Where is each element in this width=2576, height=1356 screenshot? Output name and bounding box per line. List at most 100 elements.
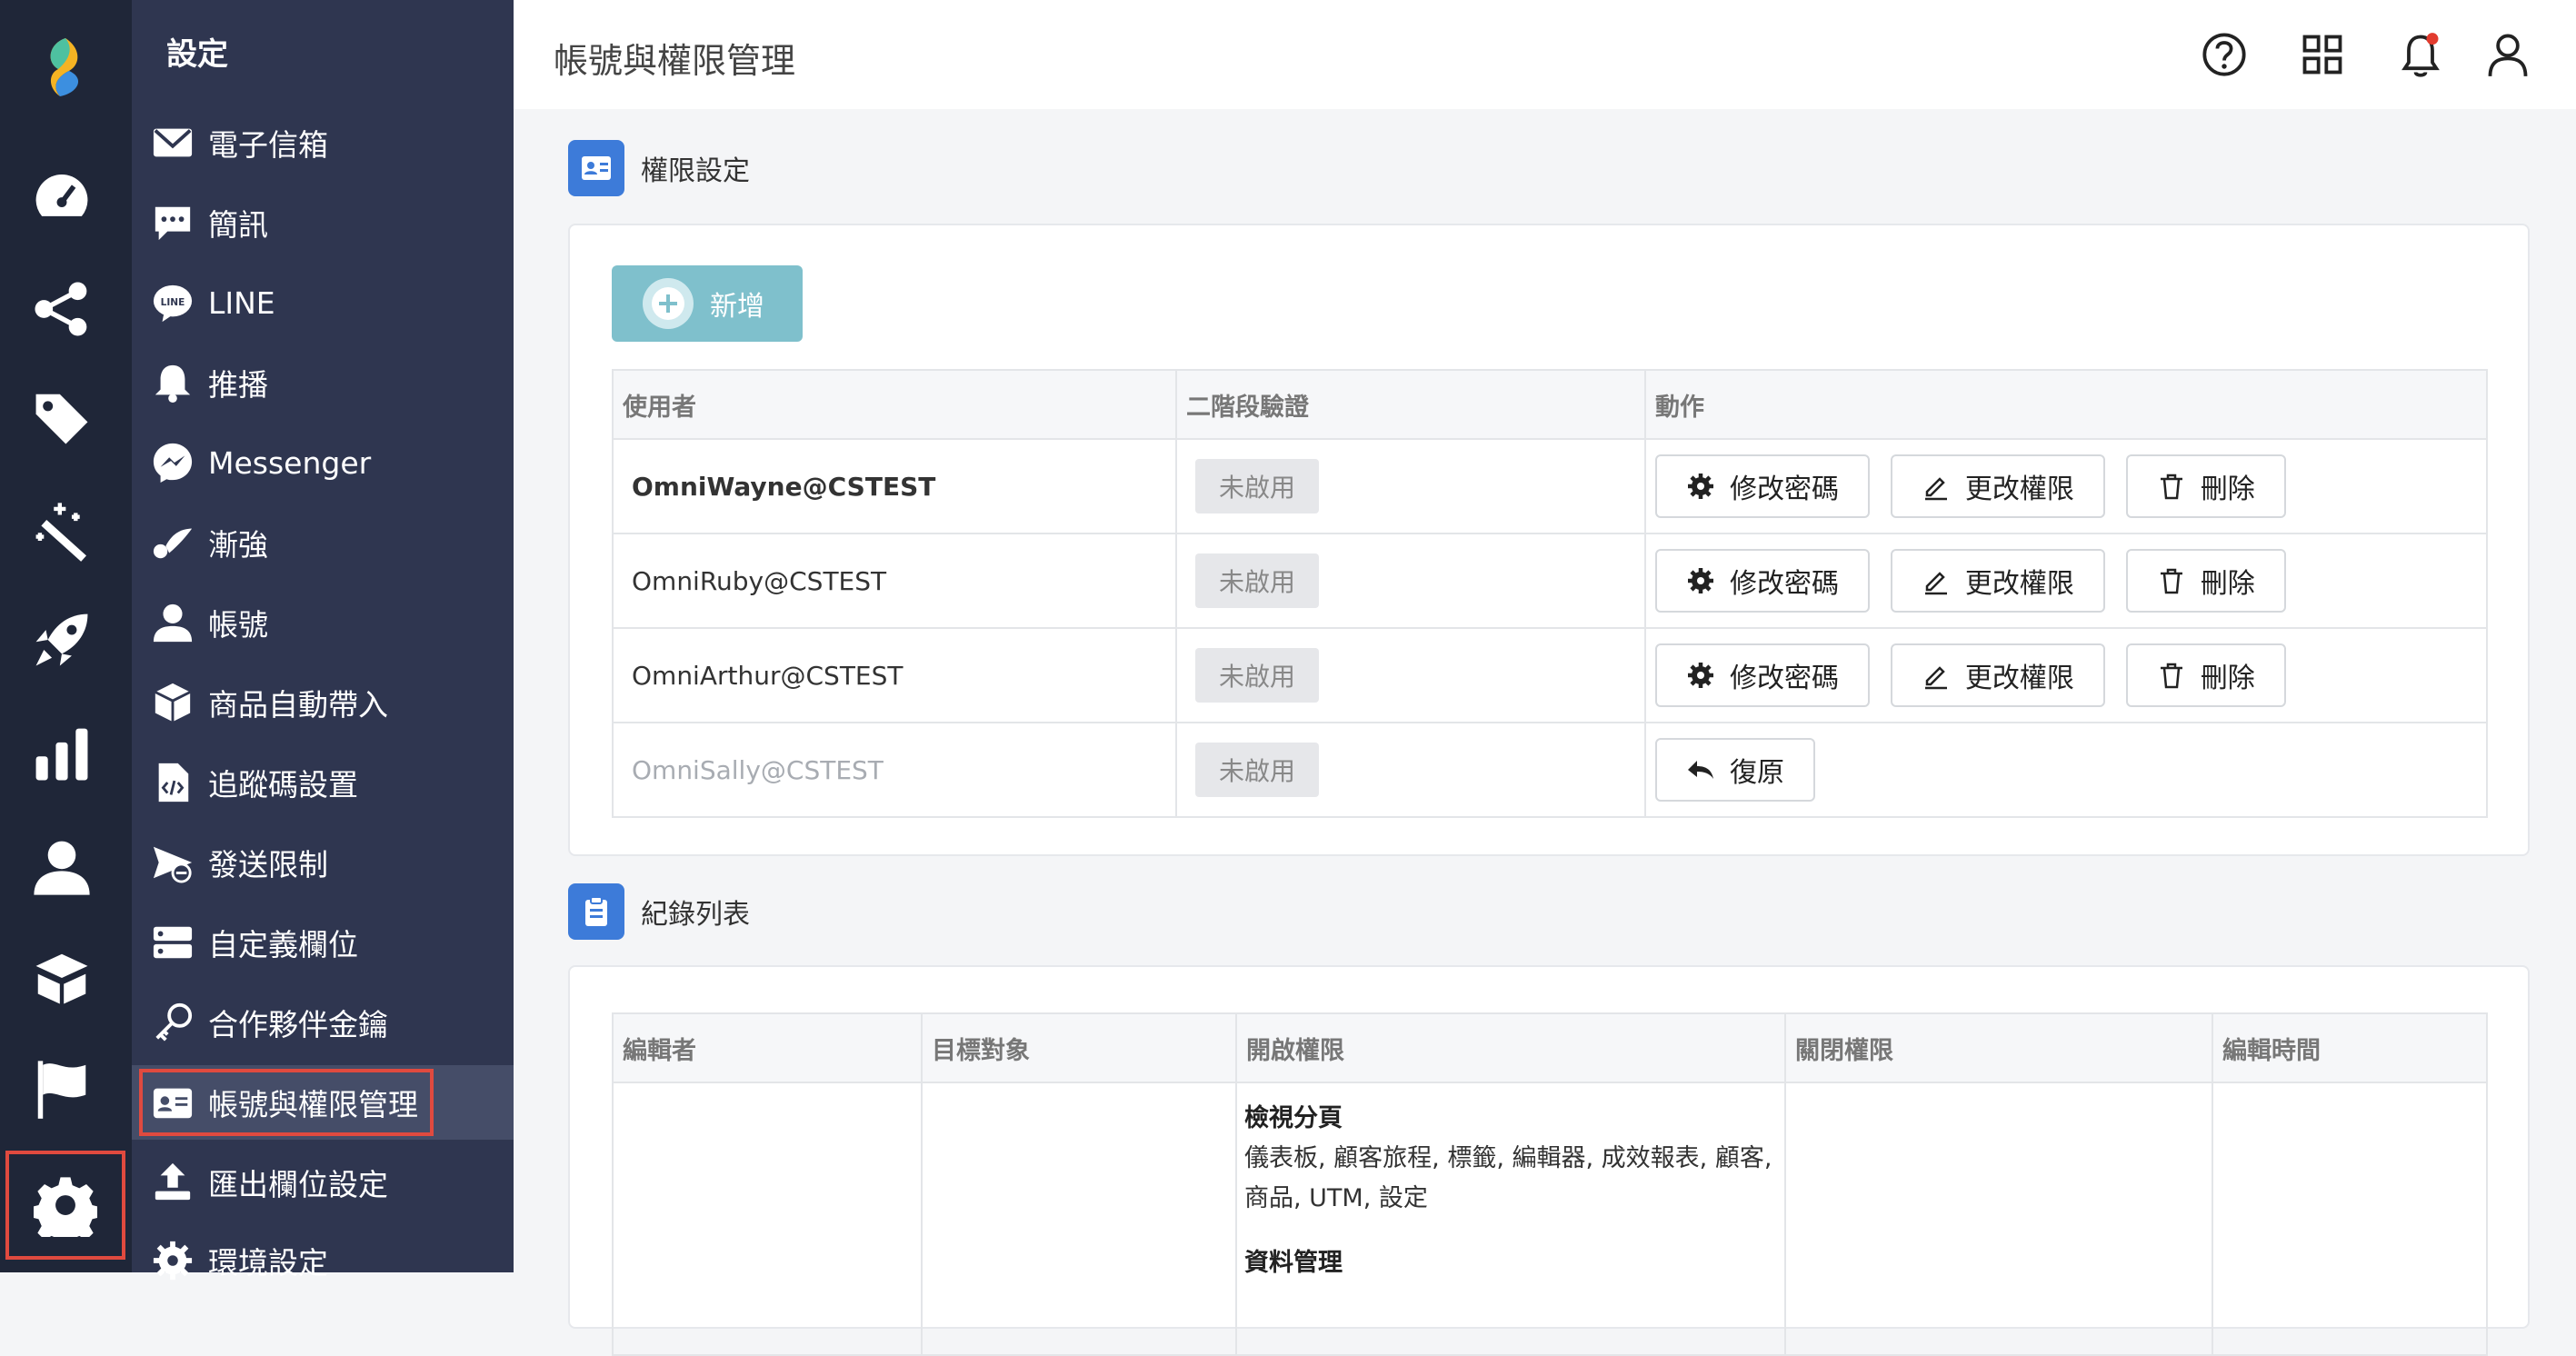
sidebar-item-label: 自定義欄位 [208, 927, 358, 962]
id-card-icon [568, 140, 624, 196]
column-header-time: 編輯時間 [2212, 1012, 2488, 1083]
log-table: 編輯者 目標對象 開啟權限 關閉權限 編輯時間 檢視分頁 儀表板, 顧客旅程, … [612, 1012, 2488, 1356]
user-email: OmniSally@CSTEST [612, 722, 1177, 818]
change-password-button[interactable]: 修改密碼 [1655, 549, 1870, 613]
customer-icon[interactable] [29, 834, 95, 900]
section-title: 紀錄列表 [641, 899, 750, 931]
report-icon[interactable] [29, 722, 95, 787]
delete-label: 刪除 [2200, 663, 2255, 694]
change-password-button[interactable]: 修改密碼 [1655, 643, 1870, 707]
log-editor [612, 1082, 923, 1356]
sidebar-item-custom-fields[interactable]: 自定義欄位 [132, 905, 514, 980]
add-button-label: 新增 [710, 291, 764, 323]
trash-icon [2160, 663, 2182, 689]
permission-group-title: 檢視分頁 [1244, 1104, 1343, 1132]
sms-bubble-icon [150, 200, 195, 245]
add-user-button[interactable]: 新增 [612, 265, 803, 342]
user-table: 使用者 二階段驗證 動作 OmniWayne@CSTEST 未啟用 修改密碼 更… [612, 369, 2488, 818]
svg-text:LINE: LINE [161, 297, 185, 308]
help-icon[interactable] [2197, 27, 2252, 82]
delete-label: 刪除 [2200, 568, 2255, 600]
change-password-label: 修改密碼 [1730, 663, 1839, 694]
apps-grid-icon[interactable] [2295, 27, 2350, 82]
sidebar-item-environment[interactable]: 環境設定 [132, 1223, 514, 1298]
bell-icon [150, 360, 195, 405]
sidebar-item-label: 環境設定 [208, 1245, 328, 1281]
key-icon [150, 1000, 195, 1045]
edit-permission-button[interactable]: 更改權限 [1890, 454, 2105, 518]
plus-icon [643, 278, 694, 329]
restore-button[interactable]: 復原 [1655, 738, 1815, 802]
sidebar-item-crescendo[interactable]: 漸強 [132, 505, 514, 580]
sidebar-item-label: 帳號 [208, 607, 268, 643]
sidebar-item-label: LINE [208, 284, 275, 321]
sidebar-item-line[interactable]: LINE LINE [132, 265, 514, 340]
change-password-button[interactable]: 修改密碼 [1655, 454, 1870, 518]
trash-icon [2160, 568, 2182, 594]
icon-rail [0, 0, 132, 1272]
notification-bell-icon[interactable] [2393, 27, 2448, 82]
magic-wand-icon[interactable] [29, 498, 95, 563]
upload-icon [150, 1160, 195, 1205]
crescendo-icon [150, 520, 195, 565]
delete-button[interactable]: 刪除 [2125, 454, 2286, 518]
sidebar-item-tracking-code[interactable]: 追蹤碼設置 [132, 745, 514, 820]
edit-permission-button[interactable]: 更改權限 [1890, 549, 2105, 613]
sidebar-item-product-import[interactable]: 商品自動帶入 [132, 665, 514, 740]
delete-label: 刪除 [2200, 474, 2255, 505]
product-box-icon [150, 680, 195, 725]
edit-permission-label: 更改權限 [1964, 474, 2074, 505]
flag-icon[interactable] [29, 1056, 95, 1122]
gear-icon [1688, 474, 1713, 499]
twofa-status-badge: 未啟用 [1195, 553, 1320, 608]
sidebar-item-label: 商品自動帶入 [208, 687, 388, 723]
sidebar-item-push[interactable]: 推播 [132, 345, 514, 420]
settings-gear-icon[interactable] [5, 1151, 125, 1260]
sidebar-item-partner-key[interactable]: 合作夥伴金鑰 [132, 985, 514, 1060]
undo-arrow-icon [1688, 761, 1713, 779]
sidebar-item-label: 簡訊 [208, 207, 268, 243]
send-limit-icon [150, 840, 195, 885]
sidebar-item-account-permission[interactable]: 帳號與權限管理 [132, 1065, 514, 1140]
code-file-icon [150, 760, 195, 805]
journey-icon[interactable] [29, 276, 95, 342]
edit-permission-button[interactable]: 更改權限 [1890, 643, 2105, 707]
product-box-icon[interactable] [29, 945, 95, 1011]
edit-pencil-icon [1924, 477, 1947, 501]
log-target [921, 1082, 1237, 1356]
edit-pencil-icon [1924, 666, 1947, 690]
sidebar-item-messenger[interactable]: Messenger [132, 425, 514, 500]
user-profile-icon[interactable] [2481, 27, 2535, 82]
column-header-editor: 編輯者 [612, 1012, 923, 1083]
dashboard-icon[interactable] [29, 164, 95, 229]
sidebar-item-email[interactable]: 電子信箱 [132, 105, 514, 180]
change-password-label: 修改密碼 [1730, 474, 1839, 505]
table-row: OmniSally@CSTEST 未啟用 復原 [612, 722, 2488, 818]
selection-highlight [139, 1069, 434, 1136]
rocket-icon[interactable] [29, 607, 95, 673]
envelope-icon [150, 120, 195, 165]
permission-group-list: 儀表板, 顧客旅程, 標籤, 編輯器, 成效報表, 顧客, 商品, UTM, 設… [1244, 1144, 1772, 1212]
tag-icon[interactable] [29, 385, 95, 451]
edit-pencil-icon [1924, 572, 1947, 595]
restore-label: 復原 [1730, 757, 1784, 789]
server-icon [150, 920, 195, 965]
delete-button[interactable]: 刪除 [2125, 549, 2286, 613]
app-logo[interactable] [38, 35, 93, 100]
sidebar-item-sms[interactable]: 簡訊 [132, 185, 514, 260]
column-header-disabled: 關閉權限 [1784, 1012, 2213, 1083]
permission-card: 新增 使用者 二階段驗證 動作 OmniWayne@CSTEST 未啟用 修改密… [568, 224, 2530, 856]
settings-sidebar: 設定 電子信箱 簡訊 LINE LINE 推播 Messenger 漸強 帳號 … [132, 0, 514, 1281]
gear-icon [1688, 663, 1713, 688]
sidebar-item-send-limit[interactable]: 發送限制 [132, 825, 514, 900]
twofa-status-badge: 未啟用 [1195, 743, 1320, 797]
column-header-enabled: 開啟權限 [1235, 1012, 1786, 1083]
top-bar: 帳號與權限管理 [514, 0, 2576, 109]
delete-button[interactable]: 刪除 [2125, 643, 2286, 707]
messenger-icon [150, 440, 195, 485]
sidebar-item-account[interactable]: 帳號 [132, 585, 514, 660]
sidebar-item-label: 發送限制 [208, 847, 328, 882]
sidebar-item-export-fields[interactable]: 匯出欄位設定 [132, 1145, 514, 1220]
sidebar-title: 設定 [166, 36, 228, 73]
log-time [2212, 1082, 2488, 1356]
